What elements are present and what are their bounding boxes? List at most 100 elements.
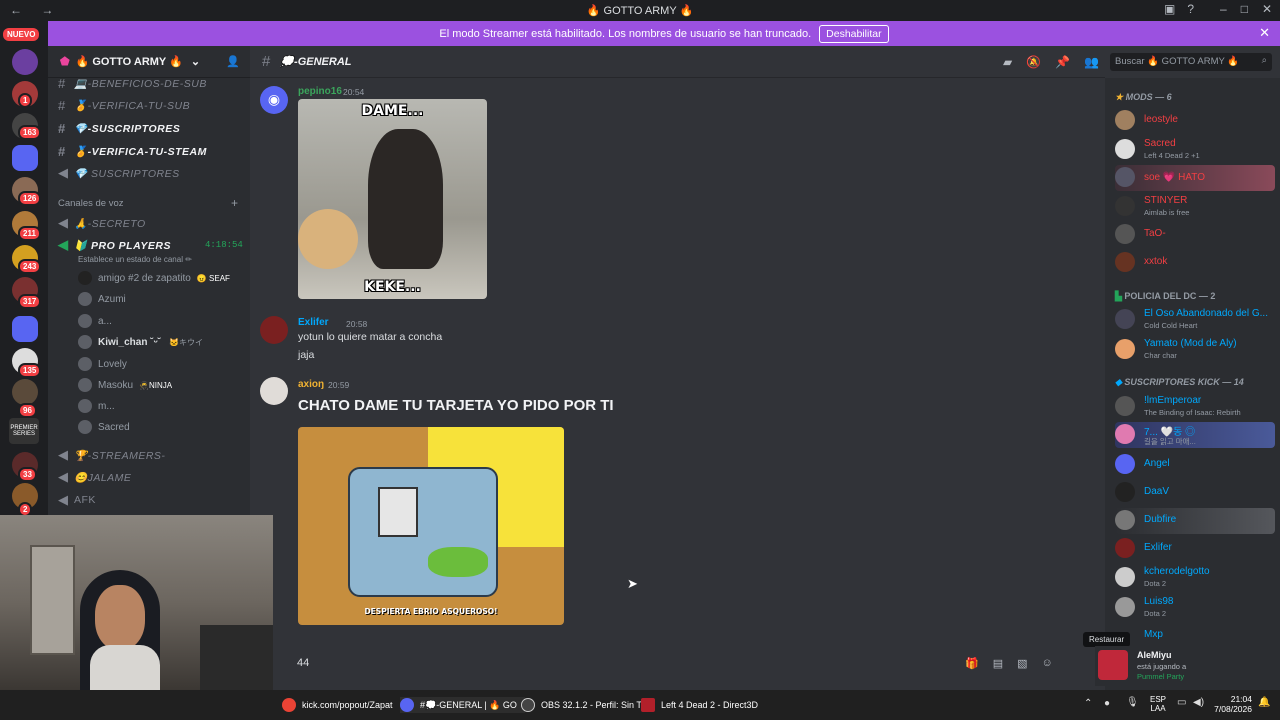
tray-chevron-icon[interactable]: ⌃ <box>1084 698 1092 709</box>
input-value: 44 <box>297 657 310 669</box>
language-indicator[interactable]: ESP LAA <box>1150 695 1166 713</box>
search-input[interactable]: Buscar 🔥 GOTTO ARMY 🔥 ⌕ <box>1110 53 1272 71</box>
unread-badge: 96 <box>18 403 37 418</box>
unread-badge: 163 <box>18 125 42 140</box>
voice-user[interactable]: Masoku 🥷NINJA <box>78 375 172 395</box>
unread-badge: 33 <box>18 467 37 482</box>
member-item[interactable]: Yamato (Mod de Aly) Char char <box>1115 337 1275 363</box>
member-list-icon[interactable]: 👥 <box>1084 55 1099 69</box>
voice-category[interactable]: Canales de voz <box>58 198 123 209</box>
member-item[interactable]: TaO- <box>1115 222 1275 248</box>
member-item[interactable]: Luis98 Dota 2 <box>1115 595 1275 621</box>
help-icon[interactable]: ? <box>1187 2 1194 16</box>
premier-series-icon[interactable]: PREMIER SERIES <box>9 418 39 444</box>
speaker-icon: ◀ <box>58 492 69 507</box>
message-author[interactable]: axioŋ <box>298 379 324 390</box>
star-icon: ★ <box>1115 92 1126 102</box>
member-item[interactable]: Angel <box>1115 452 1275 478</box>
channel-streamers[interactable]: ◀ 🏆-STREAMERS- <box>58 445 165 465</box>
taskbar-item-game[interactable]: Left 4 Dead 2 - Direct3D <box>641 697 758 713</box>
channel-suscriptores-voice[interactable]: ◀ 💎 SUSCRIPTORES <box>58 163 180 183</box>
threads-icon[interactable]: ▰ <box>1003 55 1012 69</box>
channel-verifica-steam[interactable]: # 🏅-VERIFICA-TU-STEAM <box>58 141 207 161</box>
notification-bell-icon[interactable]: 🔔 <box>1258 697 1270 708</box>
volume-icon[interactable]: ◀) <box>1193 697 1204 708</box>
member-item[interactable]: STINYER Aimlab is free <box>1115 194 1275 220</box>
avatar[interactable] <box>260 377 288 405</box>
taskbar-item-obs[interactable]: OBS 32.1.2 - Perfil: Sin Tí <box>521 697 644 713</box>
search-icon: ⌕ <box>1261 55 1267 66</box>
avatar[interactable]: ◉ <box>260 86 288 114</box>
hash-icon: # <box>58 75 66 91</box>
speaker-icon: ◀ <box>58 447 69 462</box>
voice-user[interactable]: Sacred <box>78 417 130 437</box>
network-icon[interactable]: ▭ <box>1177 697 1186 708</box>
server-icon[interactable] <box>12 379 38 405</box>
message-author[interactable]: pepino16 <box>298 86 342 97</box>
channel-afk[interactable]: ◀ AFK <box>58 490 96 510</box>
disable-streamer-button[interactable]: Deshabilitar <box>819 24 889 43</box>
header-toolbar: ▰ 🔕 📌 👥 <box>1003 55 1099 69</box>
minimize-icon[interactable]: – <box>1220 2 1227 16</box>
channel-status[interactable]: Establece un estado de canal ✏ <box>78 255 192 264</box>
voice-user[interactable]: amigo #2 de zapatito 😠 SEAF <box>78 268 230 288</box>
member-item[interactable]: Exlifer <box>1115 536 1275 562</box>
member-item[interactable]: El Oso Abandonado del G... Cold Cold Hear… <box>1115 307 1275 333</box>
clock[interactable]: 21:04 7/08/2026 <box>1212 694 1252 714</box>
channel-pro-players[interactable]: ◀ 🔰 PRO PLAYERS <box>58 235 171 255</box>
member-item[interactable]: DaaV <box>1115 480 1275 506</box>
member-item[interactable]: leostyle <box>1115 108 1275 134</box>
channel-suscriptores[interactable]: # 💎-SUSCRIPTORES <box>58 118 180 138</box>
mute-notifications-icon[interactable]: 🔕 <box>1026 55 1041 69</box>
add-channel-icon[interactable]: + <box>231 196 238 210</box>
voice-user[interactable]: Kiwi_chan ˘ᵕ˘ 🐱キウイ <box>78 332 203 352</box>
voice-user[interactable]: a... <box>78 311 112 331</box>
voice-user[interactable]: Azumi <box>78 289 126 309</box>
maximize-icon[interactable]: □ <box>1241 2 1248 16</box>
avatar <box>1115 167 1135 187</box>
member-item[interactable]: 7... 🤍동 ◎ 길을 읽고 마애... <box>1115 422 1275 448</box>
channel-secreto[interactable]: ◀ 🙏-SECRETO <box>58 213 146 233</box>
close-banner-icon[interactable]: ✕ <box>1259 25 1270 41</box>
location-icon[interactable]: ● <box>1104 698 1110 709</box>
avatar <box>1115 567 1135 587</box>
channel-verifica-sub[interactable]: # 🏅-VERIFICA-TU-SUB <box>58 95 190 115</box>
folder-icon[interactable] <box>12 316 38 342</box>
activity-notification[interactable]: AleMiyu está jugando a Pummel Party <box>1095 646 1275 686</box>
member-item[interactable]: !lmEmperoar The Binding of Isaac: Rebirth <box>1115 394 1275 420</box>
avatar <box>78 335 92 349</box>
member-item[interactable]: xxtok <box>1115 250 1275 276</box>
folder-icon[interactable] <box>12 145 38 171</box>
channel-jalame[interactable]: ◀ 😊JALAME <box>58 467 131 487</box>
taskbar-item-discord[interactable]: #💭-GENERAL | 🔥 GO <box>400 697 525 713</box>
hash-icon: # <box>58 120 66 136</box>
message-author[interactable]: Exlifer <box>298 317 329 328</box>
mic-icon[interactable]: 🎙 <box>1126 697 1139 708</box>
avatar[interactable] <box>260 316 288 344</box>
member-item[interactable]: Sacred Left 4 Dead 2 +1 <box>1115 137 1275 163</box>
avatar <box>78 378 92 392</box>
inbox-icon[interactable]: ▣ <box>1164 2 1175 16</box>
member-item[interactable]: Dubfire <box>1115 508 1275 534</box>
nav-arrows-icon[interactable]: ← → <box>10 3 61 17</box>
pin-icon[interactable]: 📌 <box>1055 55 1070 69</box>
close-window-icon[interactable]: ✕ <box>1262 2 1272 16</box>
avatar <box>1115 482 1135 502</box>
gift-icon[interactable]: 🎁 <box>965 657 979 670</box>
voice-user[interactable]: Lovely <box>78 354 127 374</box>
server-icon[interactable] <box>12 49 38 75</box>
sticker-icon[interactable]: ▧ <box>1017 657 1027 670</box>
avatar <box>78 399 92 413</box>
gif-image[interactable]: DAME... KEKE... <box>298 99 487 299</box>
member-item[interactable]: kcherodelgotto Dota 2 <box>1115 565 1275 591</box>
gif-icon[interactable]: ▤ <box>993 657 1003 670</box>
avatar <box>1115 309 1135 329</box>
member-item[interactable]: soe 💗 HATO <box>1115 165 1275 191</box>
gif-image[interactable]: DESPIERTA EBRIO ASQUEROSO! <box>298 427 564 625</box>
channel-beneficios[interactable]: # 💻-BENEFICIOS-DE-SUB <box>58 73 207 93</box>
add-member-icon[interactable]: 👤 <box>226 55 240 68</box>
voice-user[interactable]: m... <box>78 396 115 416</box>
emoji-icon[interactable]: ☺ <box>1042 657 1053 670</box>
taskbar-item-browser[interactable]: kick.com/popout/Zapat <box>282 697 393 713</box>
unread-badge: 135 <box>18 363 42 378</box>
